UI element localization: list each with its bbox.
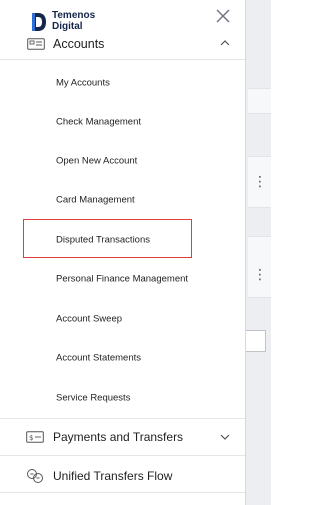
divider [0,455,245,456]
menu-item-check-management[interactable]: Check Management [0,102,245,141]
payments-icon: $ [26,431,44,443]
accounts-icon [27,38,45,50]
divider [0,59,245,60]
chevron-up-icon [220,40,230,46]
brand-line-1: Temenos [52,10,96,21]
accounts-label: Accounts [53,37,105,51]
more-options-icon: ⋮ [253,173,267,189]
menu-item-card-management[interactable]: Card Management [0,180,245,219]
navigation-drawer: Temenos Digital Accounts My Accounts Che… [0,0,246,505]
menu-item-label: Check Management [56,116,142,127]
close-icon [216,9,230,23]
menu-item-my-accounts[interactable]: My Accounts [0,63,245,102]
menu-item-personal-finance-management[interactable]: Personal Finance Management [0,259,245,298]
close-menu-button[interactable] [214,7,232,25]
nav-label: Payments and Transfers [53,430,184,444]
svg-text:$: $ [29,434,33,442]
nav-unified-transfers-flow[interactable]: Unified Transfers Flow [0,458,245,494]
menu-item-disputed-transactions[interactable]: Disputed Transactions [0,220,245,259]
menu-item-label: Account Statements [56,352,142,363]
menu-item-label: My Accounts [56,77,110,88]
brand-name: Temenos Digital [52,10,95,32]
menu-item-label: Personal Finance Management [56,273,189,284]
backdrop-field [244,330,266,352]
menu-item-service-requests[interactable]: Service Requests [0,378,245,417]
chevron-down-icon [220,434,230,440]
menu-item-open-new-account[interactable]: Open New Account [0,141,245,180]
menu-item-account-sweep[interactable]: Account Sweep [0,299,245,338]
menu-item-label: Disputed Transactions [56,234,150,245]
more-options-icon: ⋮ [253,266,267,282]
nav-label: Unified Transfers Flow [53,469,173,483]
nav-payments-and-transfers[interactable]: $ Payments and Transfers [0,419,245,455]
menu-item-label: Open New Account [56,155,138,166]
menu-item-label: Service Requests [56,392,131,403]
menu-item-account-statements[interactable]: Account Statements [0,338,245,377]
temenos-logo-icon [32,13,46,31]
backdrop-card [248,88,271,114]
transfer-icon [27,469,43,483]
divider [0,492,245,493]
menu-item-label: Card Management [56,194,135,205]
menu-item-label: Account Sweep [56,313,123,324]
accounts-section-header[interactable]: Accounts [0,30,245,58]
